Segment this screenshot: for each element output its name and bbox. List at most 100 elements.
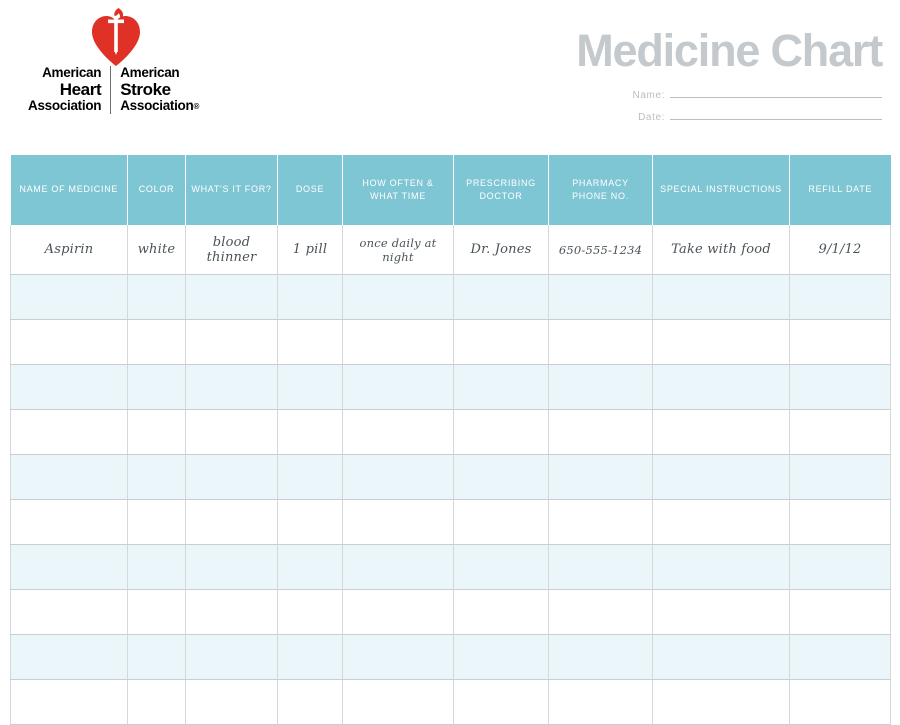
- cell-empty[interactable]: [277, 364, 343, 410]
- cell-empty[interactable]: [185, 589, 278, 635]
- cell-special-instructions[interactable]: Take with food: [652, 225, 790, 275]
- cell-empty[interactable]: [548, 679, 653, 725]
- cell-empty[interactable]: [652, 589, 790, 635]
- cell-empty[interactable]: [185, 454, 278, 500]
- cell-empty[interactable]: [342, 589, 454, 635]
- cell-empty[interactable]: [453, 319, 549, 365]
- cell-empty[interactable]: [789, 319, 891, 365]
- cell-empty[interactable]: [548, 454, 653, 500]
- cell-empty[interactable]: [277, 409, 343, 455]
- cell-empty[interactable]: [277, 634, 343, 680]
- cell-empty[interactable]: [185, 274, 278, 320]
- cell-empty[interactable]: [342, 274, 454, 320]
- cell-empty[interactable]: [342, 409, 454, 455]
- cell-name-of-medicine[interactable]: Aspirin: [10, 225, 128, 275]
- cell-whats-it-for[interactable]: blood thinner: [185, 225, 278, 275]
- cell-empty[interactable]: [453, 274, 549, 320]
- cell-empty[interactable]: [548, 634, 653, 680]
- cell-empty[interactable]: [789, 499, 891, 545]
- cell-empty[interactable]: [652, 364, 790, 410]
- cell-empty[interactable]: [10, 364, 128, 410]
- cell-empty[interactable]: [453, 364, 549, 410]
- cell-empty[interactable]: [548, 364, 653, 410]
- cell-empty[interactable]: [127, 364, 186, 410]
- cell-empty[interactable]: [548, 409, 653, 455]
- cell-empty[interactable]: [789, 409, 891, 455]
- cell-empty[interactable]: [548, 589, 653, 635]
- cell-empty[interactable]: [127, 544, 186, 590]
- cell-empty[interactable]: [342, 499, 454, 545]
- cell-empty[interactable]: [127, 409, 186, 455]
- cell-empty[interactable]: [185, 679, 278, 725]
- cell-empty[interactable]: [10, 634, 128, 680]
- cell-empty[interactable]: [185, 319, 278, 365]
- cell-empty[interactable]: [789, 634, 891, 680]
- name-input-line[interactable]: [670, 87, 882, 98]
- cell-empty[interactable]: [652, 454, 790, 500]
- cell-empty[interactable]: [127, 499, 186, 545]
- cell-empty[interactable]: [453, 634, 549, 680]
- cell-empty[interactable]: [548, 499, 653, 545]
- cell-prescribing-doctor[interactable]: Dr. Jones: [453, 225, 549, 275]
- cell-empty[interactable]: [185, 499, 278, 545]
- cell-empty[interactable]: [10, 409, 128, 455]
- cell-empty[interactable]: [453, 679, 549, 725]
- cell-empty[interactable]: [548, 274, 653, 320]
- cell-empty[interactable]: [342, 634, 454, 680]
- cell-empty[interactable]: [277, 679, 343, 725]
- cell-pharmacy-phone-no[interactable]: 650-555-1234: [548, 225, 653, 275]
- cell-empty[interactable]: [789, 274, 891, 320]
- cell-empty[interactable]: [342, 319, 454, 365]
- cell-empty[interactable]: [10, 319, 128, 365]
- cell-empty[interactable]: [277, 544, 343, 590]
- cell-empty[interactable]: [277, 319, 343, 365]
- cell-empty[interactable]: [10, 454, 128, 500]
- cell-color[interactable]: white: [127, 225, 186, 275]
- cell-empty[interactable]: [652, 499, 790, 545]
- cell-empty[interactable]: [789, 589, 891, 635]
- cell-empty[interactable]: [342, 454, 454, 500]
- cell-empty[interactable]: [277, 499, 343, 545]
- cell-empty[interactable]: [342, 679, 454, 725]
- cell-empty[interactable]: [10, 679, 128, 725]
- cell-empty[interactable]: [453, 589, 549, 635]
- cell-empty[interactable]: [789, 454, 891, 500]
- cell-empty[interactable]: [453, 499, 549, 545]
- cell-empty[interactable]: [127, 679, 186, 725]
- cell-empty[interactable]: [789, 544, 891, 590]
- cell-empty[interactable]: [652, 409, 790, 455]
- cell-empty[interactable]: [453, 409, 549, 455]
- cell-empty[interactable]: [548, 319, 653, 365]
- cell-empty[interactable]: [789, 364, 891, 410]
- cell-empty[interactable]: [185, 634, 278, 680]
- cell-empty[interactable]: [127, 454, 186, 500]
- cell-empty[interactable]: [127, 634, 186, 680]
- cell-empty[interactable]: [185, 364, 278, 410]
- cell-empty[interactable]: [789, 679, 891, 725]
- cell-empty[interactable]: [185, 409, 278, 455]
- cell-empty[interactable]: [652, 544, 790, 590]
- cell-empty[interactable]: [127, 589, 186, 635]
- cell-empty[interactable]: [10, 274, 128, 320]
- cell-empty[interactable]: [652, 319, 790, 365]
- cell-empty[interactable]: [127, 274, 186, 320]
- cell-empty[interactable]: [127, 319, 186, 365]
- cell-dose[interactable]: 1 pill: [277, 225, 343, 275]
- cell-empty[interactable]: [548, 544, 653, 590]
- date-input-line[interactable]: [670, 109, 882, 120]
- cell-empty[interactable]: [342, 544, 454, 590]
- cell-empty[interactable]: [185, 544, 278, 590]
- cell-empty[interactable]: [277, 274, 343, 320]
- cell-empty[interactable]: [652, 274, 790, 320]
- cell-empty[interactable]: [10, 544, 128, 590]
- cell-how-often-what-time[interactable]: once daily at night: [342, 225, 454, 275]
- cell-refill-date[interactable]: 9/1/12: [789, 225, 891, 275]
- cell-empty[interactable]: [652, 634, 790, 680]
- cell-empty[interactable]: [10, 499, 128, 545]
- cell-empty[interactable]: [10, 589, 128, 635]
- cell-empty[interactable]: [342, 364, 454, 410]
- cell-empty[interactable]: [652, 679, 790, 725]
- cell-empty[interactable]: [277, 589, 343, 635]
- cell-empty[interactable]: [277, 454, 343, 500]
- cell-empty[interactable]: [453, 544, 549, 590]
